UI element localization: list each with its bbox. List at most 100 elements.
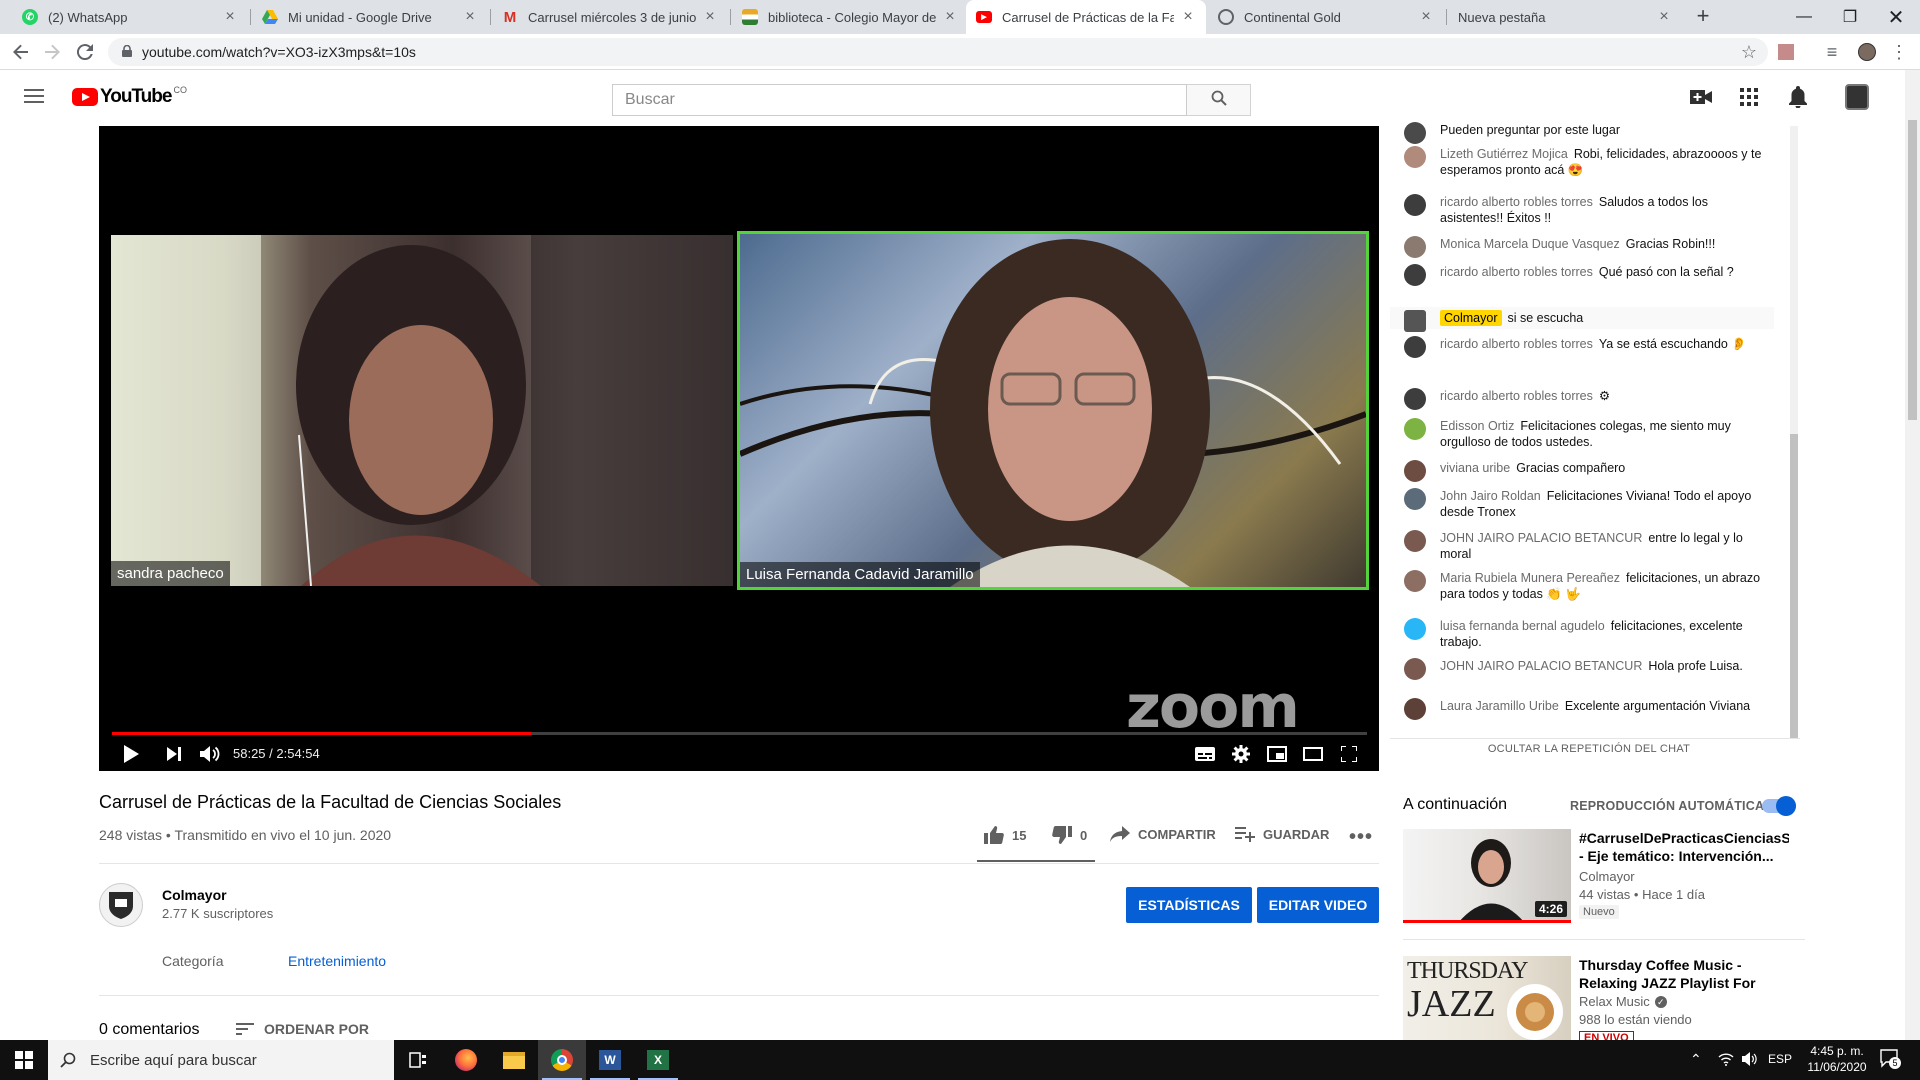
search-input[interactable]: Buscar — [612, 84, 1187, 116]
share-button[interactable]: COMPARTIR — [1110, 826, 1216, 842]
save-button[interactable]: GUARDAR — [1235, 826, 1329, 842]
chat-author-name[interactable]: JOHN JAIRO PALACIO BETANCUR — [1440, 659, 1642, 673]
create-video-icon[interactable] — [1690, 88, 1712, 111]
chat-author-avatar[interactable] — [1404, 336, 1426, 358]
tab-whatsapp[interactable]: ✆ (2) WhatsApp × — [12, 0, 248, 34]
chat-author-avatar[interactable] — [1404, 194, 1426, 216]
channel-name[interactable]: Colmayor — [162, 887, 227, 903]
chat-author-avatar[interactable] — [1404, 388, 1426, 410]
input-language-indicator[interactable]: ESP — [1768, 1052, 1792, 1066]
sort-comments-button[interactable]: ORDENAR POR — [236, 1021, 369, 1037]
chat-message[interactable]: Laura Jaramillo Uribe Excelente argumenta… — [1404, 698, 1770, 720]
word-icon[interactable]: W — [586, 1040, 634, 1080]
miniplayer-button[interactable] — [1265, 742, 1289, 766]
channel-avatar[interactable] — [99, 883, 143, 927]
chat-message[interactable]: Colmayor si se escucha — [1390, 307, 1774, 332]
extension-icon[interactable] — [1772, 38, 1800, 66]
new-tab-button[interactable]: + — [1690, 4, 1716, 30]
firefox-icon[interactable] — [442, 1040, 490, 1080]
chat-message[interactable]: ricardo alberto robles torres ⚙ — [1404, 388, 1770, 410]
chat-author-avatar[interactable] — [1404, 236, 1426, 258]
chat-author-name[interactable]: viviana uribe — [1440, 461, 1510, 475]
close-window-button[interactable]: ✕ — [1873, 0, 1919, 34]
taskbar-clock[interactable]: 4:45 p. m. 11/06/2020 — [1802, 1043, 1872, 1075]
more-actions-icon[interactable]: ••• — [1349, 826, 1373, 849]
bookmark-star-icon[interactable]: ☆ — [1735, 38, 1763, 66]
subtitles-button[interactable] — [1193, 742, 1217, 766]
page-scrollbar[interactable] — [1905, 70, 1920, 1040]
chat-message[interactable]: luisa fernanda bernal agudelo felicitacio… — [1404, 618, 1770, 650]
minimize-button[interactable]: — — [1781, 0, 1827, 34]
chat-author-avatar[interactable] — [1404, 618, 1426, 640]
video-thumbnail[interactable]: THURSDAY JAZZ — [1403, 956, 1571, 1050]
chat-message[interactable]: ricardo alberto robles torres Saludos a t… — [1404, 194, 1770, 226]
file-explorer-icon[interactable] — [490, 1040, 538, 1080]
wifi-icon[interactable] — [1718, 1052, 1734, 1071]
chat-author-avatar[interactable] — [1404, 658, 1426, 680]
chat-author-name[interactable]: luisa fernanda bernal agudelo — [1440, 619, 1605, 633]
recommended-video[interactable]: 4:26 #CarruselDePracticasCienciasS( - Ej… — [1403, 829, 1803, 924]
close-tab-icon[interactable]: × — [462, 8, 478, 26]
chat-message[interactable]: Pueden preguntar por este lugar — [1404, 122, 1770, 144]
chat-message[interactable]: JOHN JAIRO PALACIO BETANCUR entre lo lega… — [1404, 530, 1770, 562]
theater-mode-button[interactable] — [1301, 742, 1325, 766]
dislike-button[interactable]: 0 — [1052, 826, 1087, 844]
close-tab-icon[interactable]: × — [1418, 8, 1434, 26]
chat-scrollbar[interactable] — [1790, 126, 1798, 738]
video-thumbnail[interactable]: 4:26 — [1403, 829, 1571, 923]
next-button[interactable] — [162, 742, 186, 766]
close-tab-icon[interactable]: × — [1180, 8, 1196, 26]
url-bar[interactable]: youtube.com/watch?v=XO3-izX3mps&t=10s — [108, 38, 1768, 66]
chat-author-avatar[interactable] — [1404, 570, 1426, 592]
chat-author-avatar[interactable] — [1404, 460, 1426, 482]
chat-message[interactable]: ricardo alberto robles torres Ya se está … — [1404, 336, 1770, 358]
show-hidden-icons-chevron-icon[interactable]: ⌃ — [1690, 1051, 1702, 1068]
recommended-video[interactable]: THURSDAY JAZZ Thursday Coffee Music - Re… — [1403, 956, 1803, 1051]
like-button[interactable]: 15 — [984, 826, 1026, 844]
taskbar-search-box[interactable]: Escribe aquí para buscar — [48, 1040, 394, 1080]
edit-video-button[interactable]: EDITAR VIDEO — [1257, 887, 1379, 923]
chat-message[interactable]: viviana uribe Gracias compañero — [1404, 460, 1770, 482]
chat-author-avatar[interactable] — [1404, 146, 1426, 168]
chat-author-name[interactable]: JOHN JAIRO PALACIO BETANCUR — [1440, 531, 1642, 545]
chat-message-list[interactable]: Pueden preguntar por este lugar Lizeth Gu… — [1390, 122, 1784, 734]
tab-youtube-active[interactable]: ▶ Carrusel de Prácticas de la Facult × — [966, 0, 1206, 34]
search-button[interactable] — [1187, 84, 1251, 116]
media-control-icon[interactable]: ≡ — [1818, 38, 1846, 66]
chat-author-name[interactable]: Monica Marcela Duque Vasquez — [1440, 237, 1620, 251]
task-view-icon[interactable] — [394, 1040, 442, 1080]
tab-continental-gold[interactable]: Continental Gold × — [1208, 0, 1444, 34]
chat-message[interactable]: Monica Marcela Duque Vasquez Gracias Robi… — [1404, 236, 1770, 258]
chat-author-name[interactable]: ricardo alberto robles torres — [1440, 195, 1593, 209]
chat-author-avatar[interactable] — [1404, 488, 1426, 510]
excel-icon[interactable]: X — [634, 1040, 682, 1080]
chat-author-name[interactable]: Colmayor — [1440, 310, 1502, 326]
chat-author-name[interactable]: ricardo alberto robles torres — [1440, 389, 1593, 403]
chat-author-name[interactable]: ricardo alberto robles torres — [1440, 337, 1593, 351]
chrome-taskbar-icon[interactable] — [538, 1040, 586, 1080]
chrome-menu-icon[interactable]: ⋮ — [1885, 38, 1913, 66]
forward-button[interactable] — [38, 38, 66, 66]
maximize-button[interactable]: ❐ — [1827, 0, 1873, 34]
notifications-bell-icon[interactable] — [1789, 86, 1807, 113]
chat-message[interactable]: Edisson Ortiz Felicitaciones colegas, me … — [1404, 418, 1770, 450]
volume-tray-icon[interactable] — [1742, 1052, 1758, 1071]
windows-start-button[interactable] — [0, 1040, 48, 1080]
analytics-button[interactable]: ESTADÍSTICAS — [1126, 887, 1252, 923]
category-link[interactable]: Entretenimiento — [288, 953, 386, 969]
chat-author-avatar[interactable] — [1404, 310, 1426, 332]
video-player[interactable]: sandra pacheco Luisa Fernanda Cadavid Ja… — [99, 126, 1379, 771]
back-button[interactable] — [7, 38, 35, 66]
close-tab-icon[interactable]: × — [702, 8, 718, 26]
chat-author-name[interactable]: Edisson Ortiz — [1440, 419, 1514, 433]
chat-author-name[interactable]: John Jairo Roldan — [1440, 489, 1541, 503]
close-tab-icon[interactable]: × — [1656, 8, 1672, 26]
chat-author-avatar[interactable] — [1404, 698, 1426, 720]
settings-button[interactable] — [1229, 742, 1253, 766]
chat-message[interactable]: JOHN JAIRO PALACIO BETANCUR Hola profe Lu… — [1404, 658, 1770, 680]
close-tab-icon[interactable]: × — [942, 8, 958, 26]
chat-author-name[interactable]: ricardo alberto robles torres — [1440, 265, 1593, 279]
play-button[interactable] — [119, 742, 143, 766]
youtube-logo[interactable]: YouTube CO — [72, 85, 187, 108]
chat-message[interactable]: ricardo alberto robles torres Qué pasó co… — [1404, 264, 1770, 286]
